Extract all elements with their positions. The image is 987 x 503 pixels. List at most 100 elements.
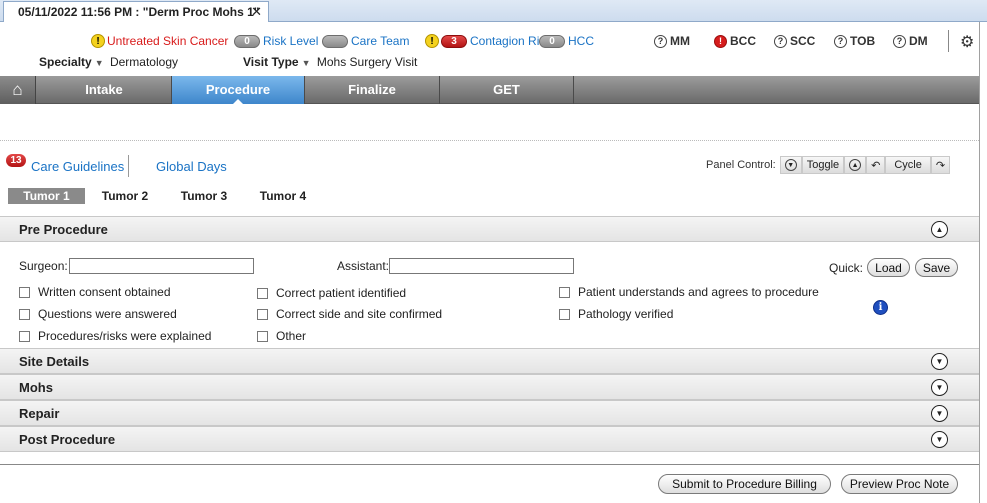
checkbox-pathology-verified[interactable]: Pathology verified (559, 307, 673, 321)
divider (0, 140, 979, 141)
document-tab[interactable]: 05/11/2022 11:56 PM : "Derm Proc Mohs 1"… (3, 1, 269, 22)
assistant-label: Assistant: (337, 259, 390, 273)
undo-arrow-icon: ↶ (871, 159, 881, 172)
warning-icon: ! (425, 34, 439, 48)
submit-to-procedure-billing-button[interactable]: Submit to Procedure Billing (658, 474, 831, 494)
collapse-all-button[interactable]: ▼ (779, 156, 802, 174)
checkbox-other[interactable]: Other (257, 329, 306, 343)
care-team-badge (322, 34, 348, 48)
assistant-input[interactable] (389, 258, 574, 274)
document-tab-title: 05/11/2022 11:56 PM : "Derm Proc Mohs 1" (18, 5, 260, 19)
indicator-mm[interactable]: ? MM (654, 34, 690, 48)
checkbox[interactable] (19, 286, 30, 298)
alert-risk-level[interactable]: 0 Risk Level (234, 34, 318, 48)
gear-icon[interactable]: ⚙ (960, 32, 974, 52)
nav-tab-intake[interactable]: Intake (37, 76, 172, 104)
alert-label: HCC (568, 34, 594, 48)
hcc-badge: 0 (539, 34, 565, 48)
checkbox[interactable] (559, 286, 570, 298)
section-pre-procedure[interactable]: Pre Procedure ▲ (0, 216, 979, 242)
expand-icon[interactable]: ▼ (931, 405, 948, 422)
alert-care-team[interactable]: Care Team (322, 34, 409, 48)
checkbox-label: Correct side and site confirmed (276, 307, 443, 321)
tumor-tab-4[interactable]: Tumor 4 (254, 188, 312, 204)
question-icon: ? (654, 34, 667, 48)
panel-control: Panel Control: ▼ Toggle ▲ ↶ Cycle ↷ (706, 156, 951, 174)
indicator-label: SCC (790, 34, 816, 48)
home-icon[interactable]: ⌂ (0, 76, 36, 104)
care-guidelines-link[interactable]: Care Guidelines (31, 159, 124, 174)
indicator-dm[interactable]: ? DM (893, 34, 928, 48)
indicator-bcc[interactable]: ! BCC (714, 34, 756, 48)
panel-control-label: Panel Control: (706, 159, 776, 171)
tumor-tab-1[interactable]: Tumor 1 (8, 188, 85, 204)
toggle-button[interactable]: Toggle (801, 156, 845, 174)
header-divider (948, 30, 949, 52)
chevron-down-icon: ▼ (301, 58, 311, 68)
contagion-risk-badge: 3 (441, 34, 467, 48)
alert-hcc[interactable]: 0 HCC (539, 34, 594, 48)
nav-tab-procedure[interactable]: Procedure (172, 76, 305, 105)
window-border (979, 22, 980, 503)
checkbox[interactable] (19, 308, 30, 320)
warning-icon: ! (91, 34, 105, 48)
indicator-label: MM (670, 34, 690, 48)
surgeon-input[interactable] (69, 258, 254, 274)
indicator-label: TOB (850, 34, 876, 48)
specialty-selector[interactable]: Specialty ▼ Dermatology (39, 55, 178, 69)
preview-proc-note-button[interactable]: Preview Proc Note (841, 474, 958, 494)
tumor-tab-3[interactable]: Tumor 3 (175, 188, 233, 204)
checkbox[interactable] (257, 287, 268, 299)
alert-label: Care Team (351, 34, 410, 48)
checkbox-label: Other (276, 329, 307, 343)
care-guidelines-count-badge: 13 (6, 154, 26, 167)
section-site-details[interactable]: Site Details ▼ (0, 348, 979, 374)
expand-all-button[interactable]: ▲ (844, 156, 867, 174)
info-icon[interactable]: i (873, 300, 888, 315)
load-button[interactable]: Load (867, 258, 910, 277)
section-post-procedure[interactable]: Post Procedure ▼ (0, 426, 979, 452)
checkbox-risks-explained[interactable]: Procedures/risks were explained (19, 329, 211, 343)
nav-tab-finalize[interactable]: Finalize (305, 76, 440, 104)
checkbox-correct-patient[interactable]: Correct patient identified (257, 286, 406, 300)
close-icon[interactable]: ✕ (251, 4, 262, 20)
question-icon: ? (834, 34, 847, 48)
cycle-button[interactable]: Cycle (885, 156, 931, 174)
nav-tab-get[interactable]: GET (440, 76, 574, 104)
checkbox-label: Questions were answered (38, 307, 177, 321)
checkbox[interactable] (257, 330, 268, 342)
expand-icon[interactable]: ▼ (931, 353, 948, 370)
alert-contagion-risk[interactable]: ! 3 Contagion Risk (425, 34, 551, 48)
alert-label: Risk Level (263, 34, 319, 48)
indicator-label: BCC (730, 34, 756, 48)
tumor-tab-2[interactable]: Tumor 2 (96, 188, 154, 204)
section-repair[interactable]: Repair ▼ (0, 400, 979, 426)
visit-type-selector[interactable]: Visit Type ▼ Mohs Surgery Visit (243, 55, 417, 69)
checkbox[interactable] (19, 330, 30, 342)
expand-icon[interactable]: ▼ (931, 379, 948, 396)
section-mohs[interactable]: Mohs ▼ (0, 374, 979, 400)
question-icon: ? (893, 34, 906, 48)
main-nav: ⌂ Intake Procedure Finalize GET (0, 76, 979, 105)
cycle-forward-button[interactable]: ↷ (930, 156, 951, 174)
global-days-link[interactable]: Global Days (156, 159, 227, 174)
checkbox-label: Written consent obtained (38, 285, 171, 299)
save-button[interactable]: Save (915, 258, 958, 277)
indicator-label: DM (909, 34, 928, 48)
expand-icon[interactable]: ▼ (931, 431, 948, 448)
checkbox-patient-agrees[interactable]: Patient understands and agrees to proced… (559, 285, 819, 299)
collapse-icon[interactable]: ▲ (931, 221, 948, 238)
checkbox[interactable] (559, 308, 570, 320)
checkbox-questions-answered[interactable]: Questions were answered (19, 307, 177, 321)
checkbox-written-consent[interactable]: Written consent obtained (19, 285, 171, 299)
checkbox-label: Procedures/risks were explained (38, 329, 212, 343)
checkbox[interactable] (257, 308, 268, 320)
surgeon-label: Surgeon: (19, 259, 68, 273)
checkbox-correct-side-site[interactable]: Correct side and site confirmed (257, 307, 442, 321)
section-title: Mohs (19, 380, 53, 395)
cycle-back-button[interactable]: ↶ (866, 156, 886, 174)
indicator-scc[interactable]: ? SCC (774, 34, 815, 48)
section-title: Repair (19, 406, 60, 421)
indicator-tob[interactable]: ? TOB (834, 34, 875, 48)
alert-untreated-skin-cancer[interactable]: ! Untreated Skin Cancer (91, 34, 228, 48)
